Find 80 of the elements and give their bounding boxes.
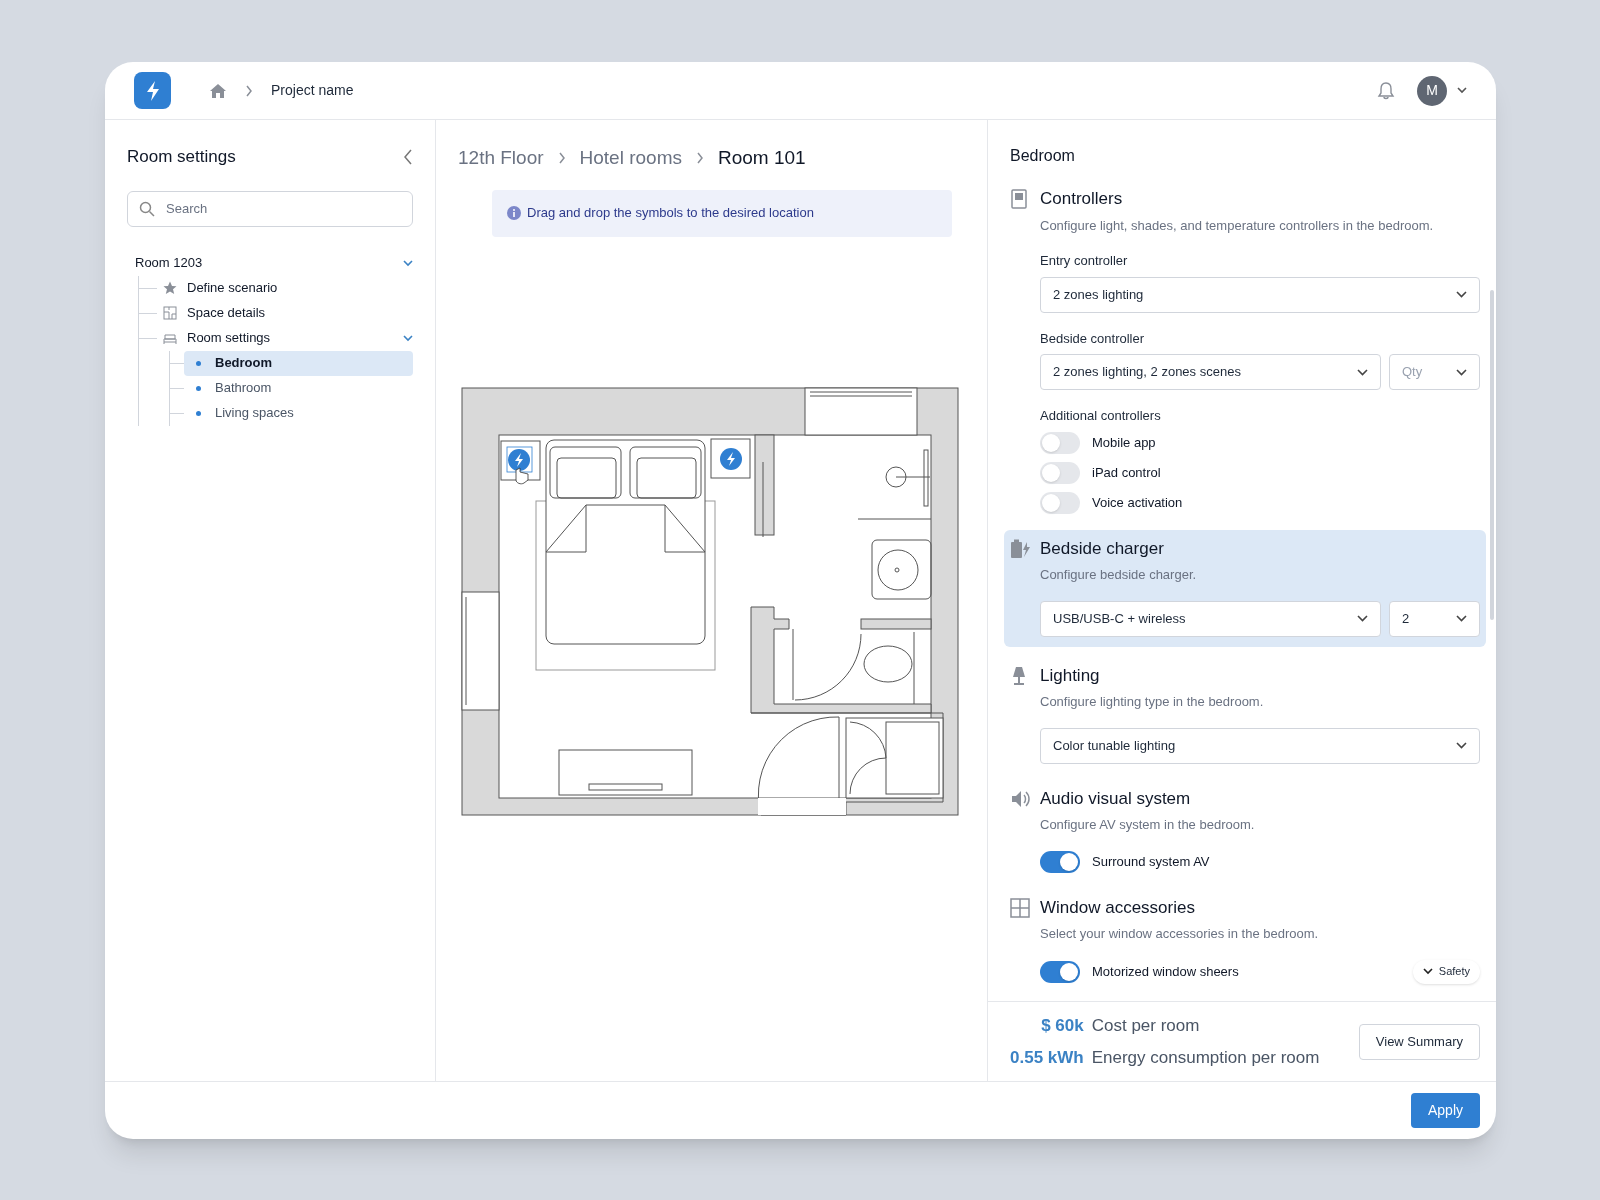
toggle-switch[interactable] xyxy=(1040,431,1080,454)
info-icon xyxy=(507,206,521,220)
home-icon[interactable] xyxy=(209,82,227,99)
chevron-right-icon xyxy=(557,152,566,165)
summary-label: Cost per room xyxy=(1091,1015,1201,1037)
toggle-switch[interactable] xyxy=(1040,960,1080,983)
summary-value: $ 60k xyxy=(1040,1015,1084,1037)
toggle-switch[interactable] xyxy=(1040,491,1080,514)
dropdown[interactable]: USB/USB-C + wireless xyxy=(1040,600,1381,637)
section-title: Audio visual system xyxy=(1040,787,1192,810)
caret-icon xyxy=(1456,742,1467,749)
section-icon xyxy=(1010,538,1030,559)
caret-icon xyxy=(1456,291,1467,298)
breadcrumb-item[interactable]: Hotel rooms xyxy=(579,144,682,173)
dropdown[interactable]: 2 zones lighting xyxy=(1040,276,1480,313)
caret-icon xyxy=(1357,368,1368,376)
panel-title: Bedroom xyxy=(1010,146,1076,166)
toggle-label: Motorized window sheers xyxy=(1092,962,1239,981)
tree-item[interactable]: Room settings xyxy=(187,328,271,348)
tree-item[interactable]: Living spaces xyxy=(184,400,413,426)
toggle-switch[interactable] xyxy=(1040,850,1080,873)
section-icon xyxy=(1010,897,1030,918)
section-description: Configure light, shades, and temperature controllers in the bedroom. xyxy=(1040,216,1435,235)
app-logo-icon[interactable] xyxy=(134,72,171,109)
breadcrumb-item[interactable]: Room 101 xyxy=(717,144,806,173)
dropdown[interactable]: Color tunable lighting xyxy=(1040,727,1480,764)
notification-bell-icon[interactable] xyxy=(1377,80,1395,101)
toggle-label: Mobile app xyxy=(1092,433,1156,452)
sidebar-title: Room settings xyxy=(127,146,236,168)
collapse-icon[interactable] xyxy=(403,148,413,165)
charger-symbol-icon[interactable] xyxy=(720,447,742,470)
section-description: Configure AV system in the bedroom. xyxy=(1040,816,1256,834)
chevron-icon[interactable] xyxy=(403,334,413,342)
charger-symbol-icon[interactable] xyxy=(506,446,533,484)
summary-label: Energy consumption per room xyxy=(1091,1046,1320,1069)
caret-icon xyxy=(1357,615,1368,622)
section-description: Select your window accessories in the bedroom. xyxy=(1040,925,1320,943)
tree-item[interactable]: Space details xyxy=(187,303,266,323)
section-description: Configure lighting type in the bedroom. xyxy=(1040,693,1265,711)
field-label: Bedside controller xyxy=(1040,329,1146,348)
breadcrumb-item[interactable]: 12th Floor xyxy=(458,144,544,173)
apply-button[interactable]: Apply xyxy=(1410,1093,1480,1128)
caret-icon xyxy=(1456,368,1467,376)
section-title: Lighting xyxy=(1040,664,1101,687)
toggle-switch[interactable] xyxy=(1040,461,1080,484)
safety-chip[interactable]: Safety xyxy=(1412,959,1480,984)
toggle-label: Surround system AV xyxy=(1092,852,1210,871)
field-label: Additional controllers xyxy=(1040,407,1162,425)
user-avatar[interactable]: M xyxy=(1417,75,1447,106)
project-breadcrumb[interactable]: Project name xyxy=(271,80,354,101)
dropdown[interactable]: 2 zones lighting, 2 zones scenes xyxy=(1040,354,1381,390)
caret-icon xyxy=(1456,615,1467,622)
caret-icon[interactable] xyxy=(1457,87,1467,94)
chevron-right-icon xyxy=(695,152,704,165)
quantity-dropdown[interactable]: 2 xyxy=(1389,600,1480,637)
toggle-label: Voice activation xyxy=(1092,493,1183,512)
tree-item-icon xyxy=(163,281,177,295)
chevron-icon[interactable] xyxy=(403,259,413,267)
tree-item[interactable]: Bathroom xyxy=(184,375,413,401)
section-title: Controllers xyxy=(1040,188,1124,210)
tree-item[interactable]: Define scenario xyxy=(187,278,278,298)
field-label: Entry controller xyxy=(1040,252,1129,270)
toggle-label: iPad control xyxy=(1092,463,1161,482)
tree-item[interactable]: Room 1203 xyxy=(135,253,203,273)
tree-item[interactable]: Bedroom xyxy=(184,350,413,376)
tree-item-icon xyxy=(163,331,177,345)
section-description: Configure bedside charger. xyxy=(1040,566,1198,584)
search-field[interactable]: Search xyxy=(127,190,413,227)
hint-text: Drag and drop the symbols to the desired location xyxy=(527,204,814,223)
view-summary-button[interactable]: View Summary xyxy=(1358,1023,1480,1060)
chevron-right-icon xyxy=(245,84,253,97)
summary-value: 0.55 kWh xyxy=(1010,1046,1084,1069)
scrollbar[interactable] xyxy=(1490,290,1494,620)
tree-item-icon xyxy=(163,306,177,320)
section-title: Window accessories xyxy=(1040,896,1196,919)
search-icon xyxy=(139,200,155,217)
section-icon xyxy=(1010,788,1030,809)
caret-icon xyxy=(1422,968,1433,975)
section-icon xyxy=(1010,189,1030,209)
section-title: Bedside charger xyxy=(1040,537,1165,560)
